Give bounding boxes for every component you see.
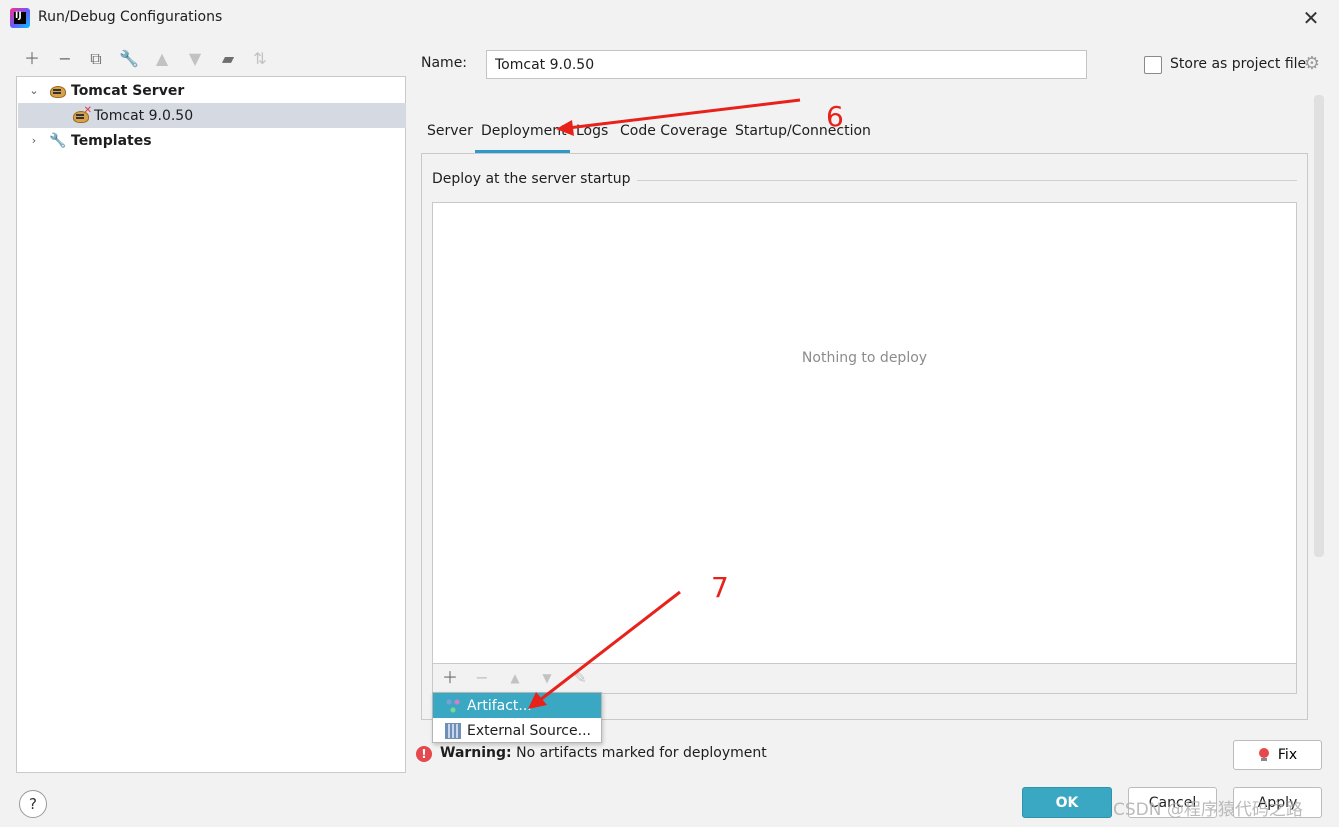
arrow-step-6 — [567, 98, 801, 130]
annotation-step-7: 7 — [711, 571, 729, 604]
annotation-arrows — [528, 98, 801, 709]
arrowhead-step-7 — [528, 692, 547, 709]
arrowhead-step-6 — [556, 120, 574, 136]
arrow-step-7 — [539, 590, 681, 702]
watermark: CSDN @程序猿代码之路 — [1113, 800, 1303, 820]
annotation-step-6: 6 — [826, 100, 844, 133]
